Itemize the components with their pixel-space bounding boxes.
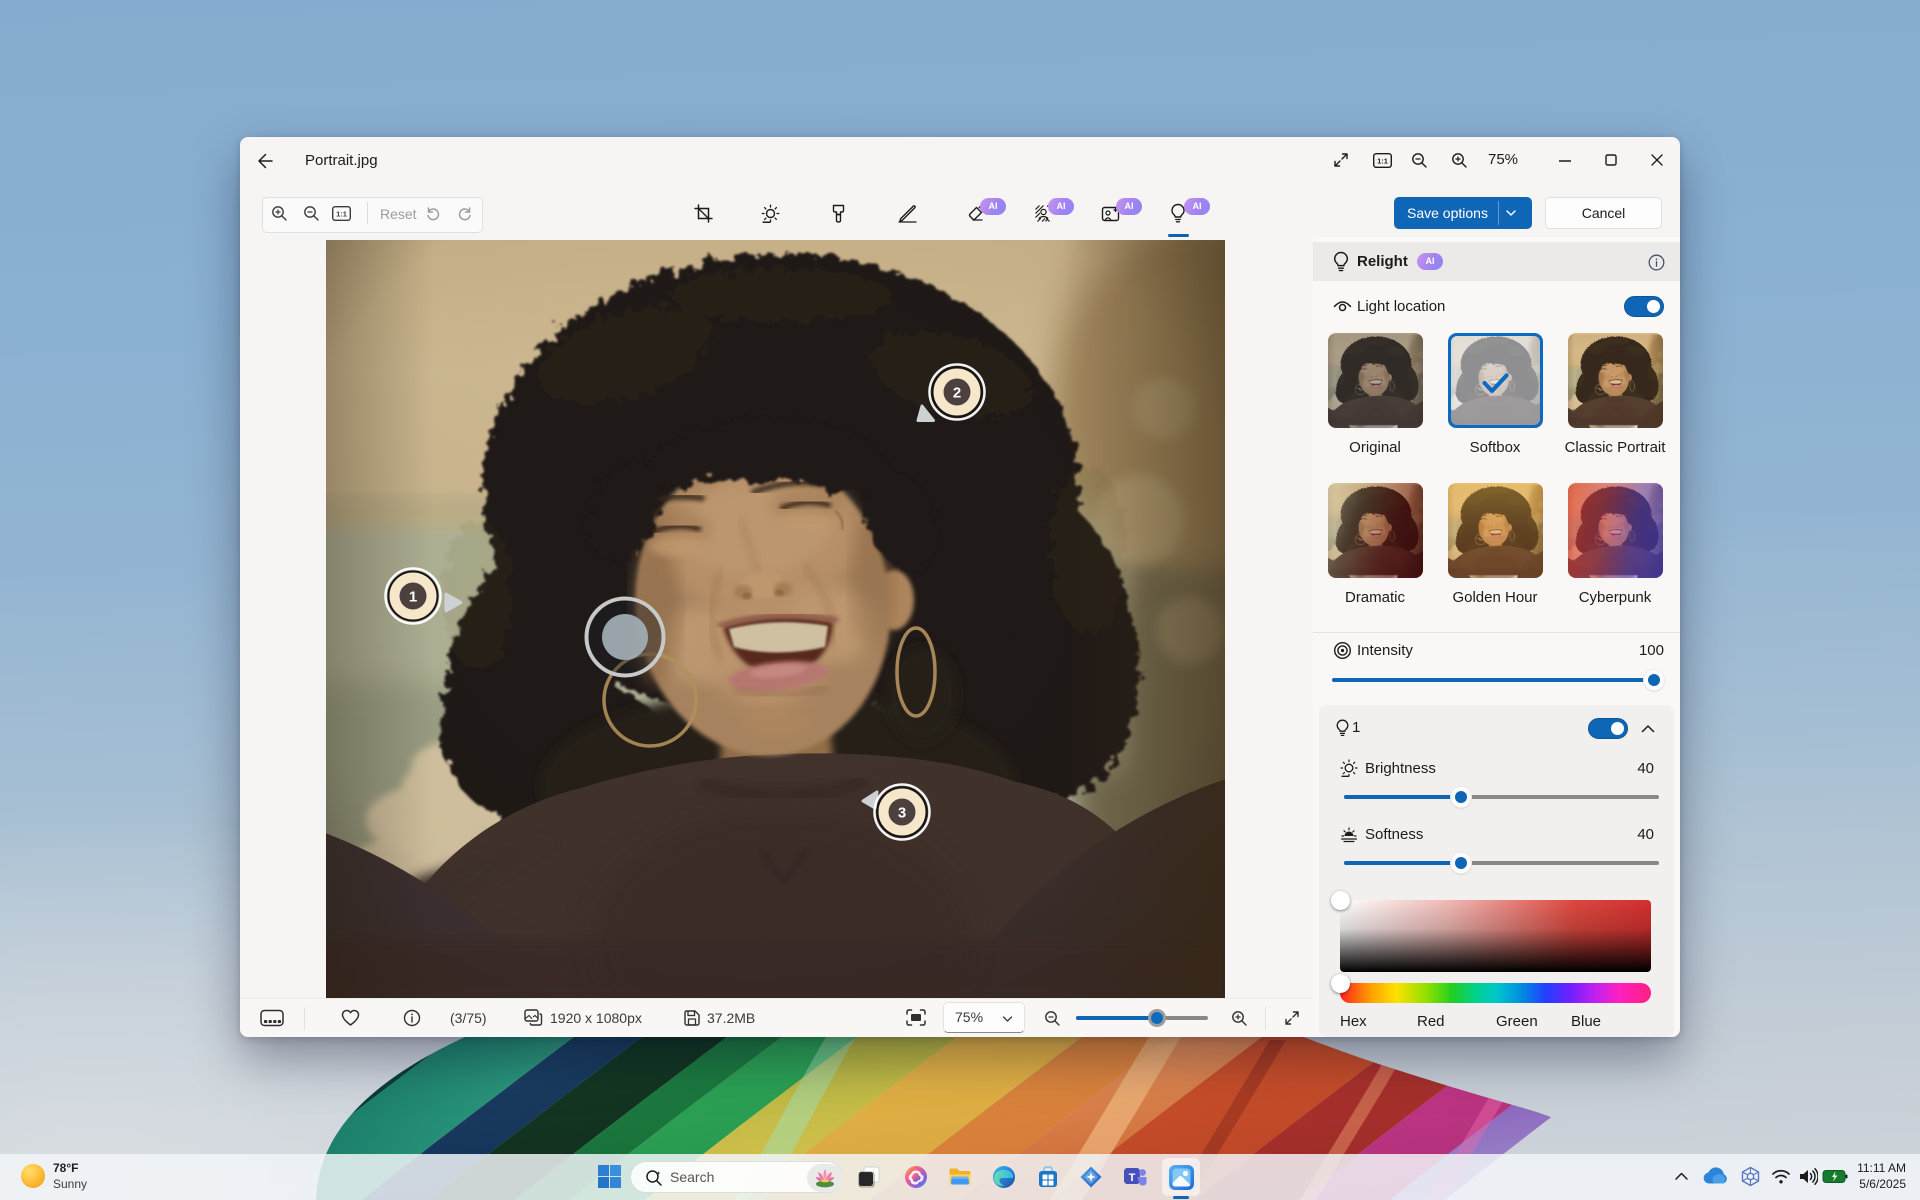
svg-text:3: 3 [898,805,906,822]
svg-text:2: 2 [953,385,961,402]
svg-text:1: 1 [409,589,417,606]
svg-text:T: T [1129,1172,1136,1184]
svg-text:1:1: 1:1 [1377,157,1388,166]
svg-text:1:1: 1:1 [336,210,347,219]
